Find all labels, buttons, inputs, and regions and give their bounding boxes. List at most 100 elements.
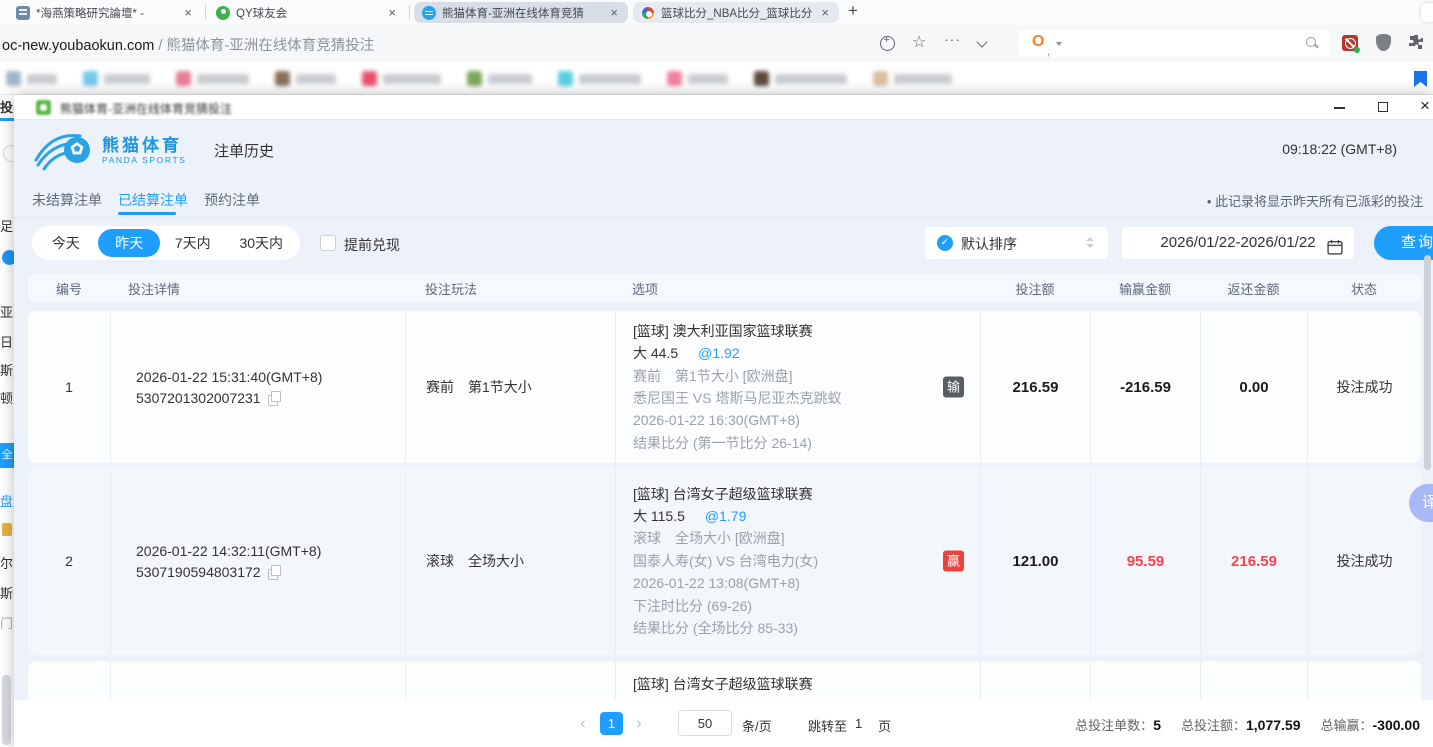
tab-separator <box>409 5 410 20</box>
page-size-input[interactable] <box>678 710 732 736</box>
match-time-line: 2026-01-22 13:08(GMT+8) <box>633 572 980 594</box>
bookmark-item[interactable] <box>467 71 532 86</box>
pill-7days[interactable]: 7天内 <box>162 229 224 257</box>
underlay-text: 投 <box>0 97 13 116</box>
bookmark-item[interactable] <box>362 71 441 86</box>
bookmark-blue-icon[interactable] <box>1414 71 1427 87</box>
scrollbar-thumb[interactable] <box>1424 255 1431 470</box>
brand-english: PANDA SPORTS <box>102 156 187 166</box>
total-count: 总投注单数：5 <box>1075 715 1161 734</box>
bookmark-item[interactable] <box>275 71 336 86</box>
underlay-text: 门 <box>0 613 13 632</box>
col-header-stake: 投注额 <box>980 274 1090 302</box>
underlay-blue-dot <box>2 250 14 265</box>
col-header-selection: 选项 <box>615 274 980 302</box>
url-field[interactable]: oc-new.youbaokun.com / 熊猫体育-亚洲在线体育竞猜投注 <box>2 34 374 55</box>
tab-close-icon[interactable]: × <box>182 5 194 20</box>
tab-settled-active[interactable]: 已结算注单 <box>118 190 188 210</box>
date-range-value: 2026/01/22-2026/01/22 <box>1160 234 1315 251</box>
bookmark-item[interactable] <box>667 71 728 86</box>
sort-select[interactable]: ✓ 默认排序 <box>925 227 1108 259</box>
bookmark-item[interactable] <box>558 71 641 86</box>
bookmark-item[interactable] <box>754 71 847 86</box>
copy-icon[interactable] <box>268 391 281 405</box>
odds-value: @1.92 <box>698 345 739 361</box>
browser-address-bar: oc-new.youbaokun.com / 熊猫体育-亚洲在线体育竞猜投注 ☆… <box>0 25 1433 62</box>
search-icon[interactable] <box>1306 37 1316 47</box>
pill-30days[interactable]: 30天内 <box>225 229 297 257</box>
bet-history-window: 熊猫体育-亚洲在线体育竞猜投注 × 熊猫体育 PANDA SPORTS <box>14 95 1433 747</box>
browser-tab-1[interactable]: *海燕策略研究論壇* - × <box>8 0 202 25</box>
pagination-prev-icon[interactable]: ‹ <box>580 713 586 733</box>
sort-value: 默认排序 <box>961 234 1017 254</box>
sort-arrows-icon <box>1086 237 1094 248</box>
underlay-text: 斯 <box>0 583 13 602</box>
maximize-icon[interactable] <box>1378 102 1388 112</box>
underlay-active-bar <box>0 118 14 121</box>
tab-close-icon[interactable]: × <box>608 5 620 20</box>
jump-page-value[interactable]: 1 <box>855 716 862 731</box>
browser-tab-3-active[interactable]: 熊猫体育-亚洲在线体育竞猜 × <box>414 2 628 23</box>
underlay-text: 足 <box>0 216 13 235</box>
tab-close-icon[interactable]: × <box>386 5 398 20</box>
share-icon[interactable] <box>880 36 895 51</box>
pill-yesterday-active[interactable]: 昨天 <box>98 229 160 257</box>
query-button[interactable]: 查询 <box>1374 226 1433 260</box>
chevron-down-icon[interactable] <box>976 36 987 47</box>
stake-amount: 216.59 <box>980 311 1090 463</box>
selection-cell: [篮球] 澳大利亚国家篮球联赛 大 44.5@1.92 赛前 第1节大小 [欧洲… <box>615 311 980 463</box>
pill-today[interactable]: 今天 <box>35 229 97 257</box>
total-winloss: 总输赢：-300.00 <box>1321 715 1421 734</box>
search-engine-dropdown-icon[interactable] <box>1056 42 1062 46</box>
minimize-icon[interactable] <box>1334 107 1345 109</box>
bet-time: 2026-01-22 15:31:40(GMT+8) <box>136 369 405 385</box>
bet-id: 5307201302007231 <box>136 390 261 406</box>
bet-status-tabs: 未结算注单 已结算注单 预约注单 • 此记录将显示昨天所有已派彩的投注 <box>14 180 1433 218</box>
close-icon[interactable]: × <box>1420 96 1430 116</box>
bookmark-label <box>579 74 641 84</box>
browser-tab-bar: *海燕策略研究論壇* - × QY球友会 × 熊猫体育-亚洲在线体育竞猜 × 篮… <box>0 0 1433 25</box>
more-actions-icon[interactable]: ··· <box>944 31 961 47</box>
match-line: 悉尼国王 VS 塔斯马尼亚杰克跳蚁 <box>633 387 980 409</box>
early-cashout-checkbox[interactable] <box>320 235 336 251</box>
bookmark-favicon <box>754 71 769 86</box>
row-number: 1 <box>28 311 110 463</box>
tab-unsettled[interactable]: 未结算注单 <box>32 190 102 210</box>
tab-close-icon[interactable]: × <box>819 5 831 20</box>
bookmark-item[interactable] <box>873 71 952 86</box>
odds-value: @1.79 <box>705 508 746 524</box>
calendar-icon[interactable] <box>1327 235 1343 267</box>
bookmark-label <box>27 74 57 84</box>
copy-icon[interactable] <box>268 565 281 579</box>
winloss-amount: -216.59 <box>1090 311 1200 463</box>
extensions-puzzle-icon[interactable] <box>1408 34 1424 55</box>
window-title-bar: 熊猫体育-亚洲在线体育竞猜投注 × <box>14 95 1433 120</box>
logo-swoosh-ball-icon <box>34 130 94 172</box>
tab-reserved[interactable]: 预约注单 <box>204 190 260 210</box>
play-type-cell: 滚球 全场大小 <box>405 467 615 655</box>
table-header-row: 编号 投注详情 投注玩法 选项 投注额 输赢金额 返还金额 状态 <box>28 274 1421 302</box>
browser-tab-4[interactable]: 篮球比分_NBA比分_篮球比分 × <box>633 2 839 23</box>
league-name: [篮球] 澳大利亚国家篮球联赛 <box>633 320 980 342</box>
bet-detail-cell: 2026-01-22 14:32:11(GMT+8) 5307190594803… <box>110 467 405 655</box>
window-corner-control[interactable] <box>1421 3 1433 22</box>
bookmark-item[interactable] <box>6 71 57 86</box>
browser-tab-2[interactable]: QY球友会 × <box>208 0 406 25</box>
adblocker-icon[interactable] <box>1342 35 1358 51</box>
market-line: 滚球 全场大小 [欧洲盘] <box>633 527 980 549</box>
shield-extension-icon[interactable] <box>1376 34 1391 51</box>
result-badge-win: 赢 <box>943 551 964 572</box>
bookmark-label <box>104 74 150 84</box>
bookmark-item[interactable] <box>176 71 249 86</box>
browser-search-box[interactable]: O , <box>1018 30 1330 57</box>
pagination-current-page[interactable]: 1 <box>600 712 623 735</box>
date-range-input[interactable]: 2026/01/22-2026/01/22 <box>1122 227 1354 259</box>
pagination-next-icon[interactable]: › <box>636 713 642 733</box>
bookmark-star-icon[interactable]: ☆ <box>912 32 926 52</box>
total-stake: 总投注额：1,077.59 <box>1181 715 1301 734</box>
screen: *海燕策略研究論壇* - × QY球友会 × 熊猫体育-亚洲在线体育竞猜 × 篮… <box>0 0 1433 747</box>
selection-cell: [篮球] 台湾女子超级篮球联赛 大 115.5@1.79 滚球 全场大小 [欧洲… <box>615 467 980 655</box>
bookmark-item[interactable] <box>83 71 150 86</box>
sort-check-icon: ✓ <box>937 235 953 251</box>
new-tab-button[interactable]: + <box>848 1 858 21</box>
